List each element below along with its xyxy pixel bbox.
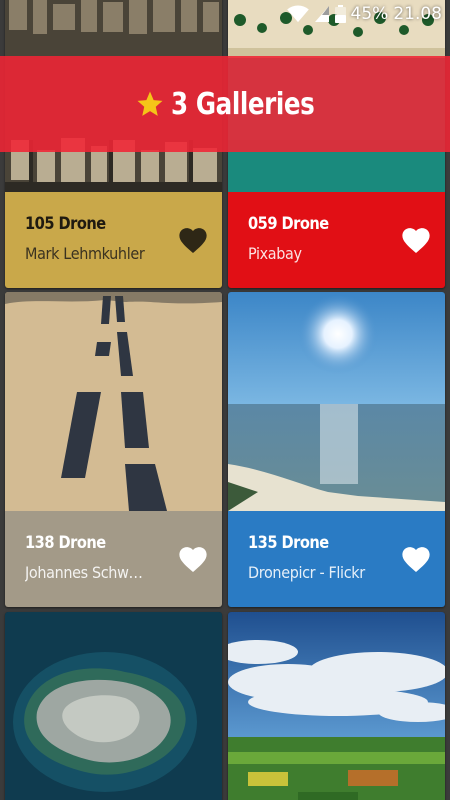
gallery-photo-fields <box>228 612 445 800</box>
galleries-count-banner[interactable]: 3 Galleries <box>0 56 450 152</box>
gallery-title: 135 Drone <box>248 533 329 553</box>
star-icon <box>137 91 163 116</box>
status-bar: 45% 21.08 <box>0 0 450 30</box>
heart-icon[interactable] <box>399 224 433 254</box>
gallery-author: Johannes Schwaerzler <box>25 563 151 582</box>
wifi-icon <box>286 5 309 23</box>
screen: 105 Drone Mark Lehmkuhler 059 Drone Pixa… <box>0 0 450 800</box>
gallery-title: 138 Drone <box>25 533 106 553</box>
gallery-author: Pixabay <box>248 244 302 263</box>
gallery-info: 059 Drone Pixabay <box>228 192 445 288</box>
battery-percent: 45% <box>350 4 389 24</box>
heart-filled-icon[interactable] <box>176 224 210 254</box>
signal-icon <box>314 6 329 22</box>
status-icons: 45% 21.08 <box>286 4 442 24</box>
heart-icon[interactable] <box>176 543 210 573</box>
clock: 21.08 <box>393 4 442 24</box>
banner-label: 3 Galleries <box>170 86 315 122</box>
gallery-title: 105 Drone <box>25 214 106 234</box>
gallery-photo-desert-road <box>5 292 222 511</box>
gallery-info: 135 Drone Dronepicr - Flickr <box>228 511 445 607</box>
gallery-photo-island <box>5 612 222 800</box>
gallery-card[interactable] <box>5 612 222 800</box>
gallery-card[interactable]: 138 Drone Johannes Schwaerzler <box>5 292 222 607</box>
gallery-photo-sea-sun <box>228 292 445 511</box>
gallery-info: 105 Drone Mark Lehmkuhler <box>5 192 222 288</box>
gallery-card[interactable]: 135 Drone Dronepicr - Flickr <box>228 292 445 607</box>
battery-icon <box>334 5 346 23</box>
gallery-author: Dronepicr - Flickr <box>248 563 365 582</box>
gallery-author: Mark Lehmkuhler <box>25 244 145 263</box>
heart-icon[interactable] <box>399 543 433 573</box>
gallery-card[interactable] <box>228 612 445 800</box>
gallery-title: 059 Drone <box>248 214 329 234</box>
gallery-info: 138 Drone Johannes Schwaerzler <box>5 511 222 607</box>
